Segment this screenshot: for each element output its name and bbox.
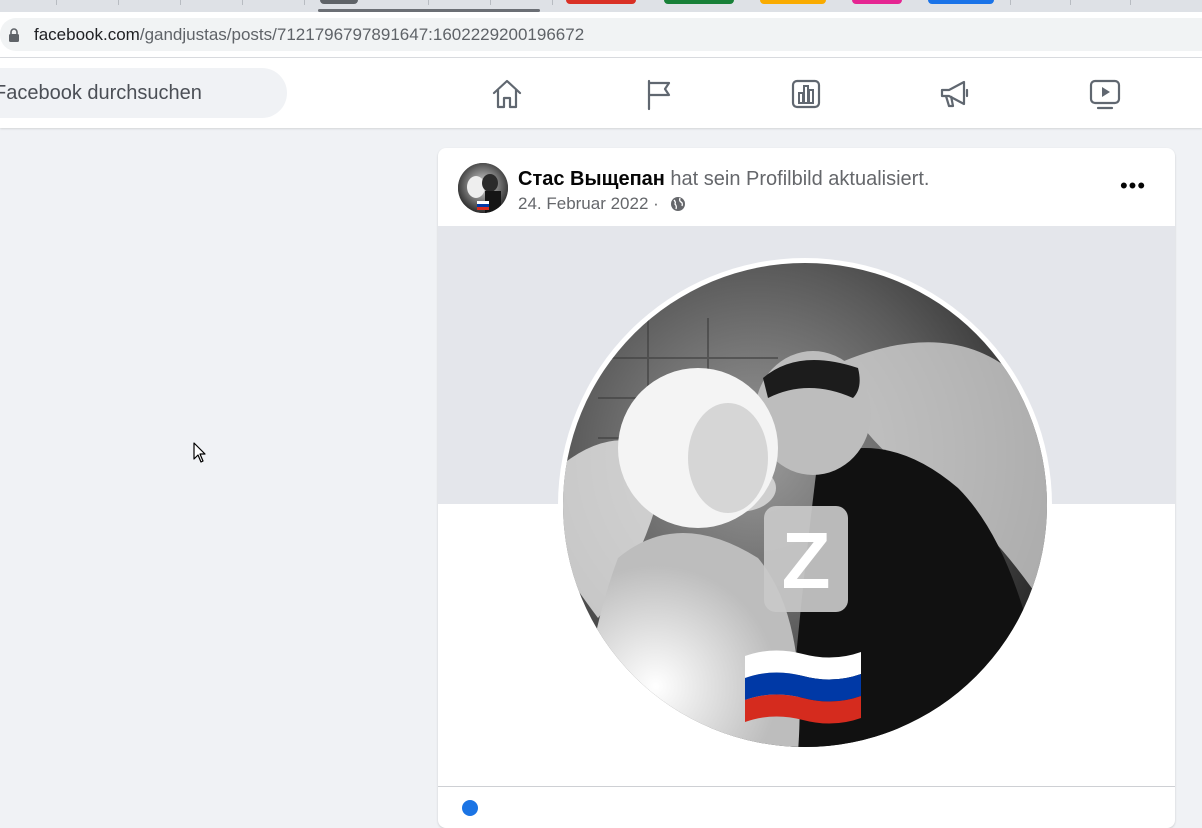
tab-separator	[1130, 0, 1131, 5]
tab-separator	[490, 0, 491, 5]
tab-separator	[118, 0, 119, 5]
tab-separator	[428, 0, 429, 5]
flag-overlay	[745, 650, 861, 724]
post-header-line: Стас Выщепан hat sein Profilbild aktuali…	[518, 167, 929, 191]
tab-separator	[304, 0, 305, 5]
author-avatar[interactable]	[458, 163, 508, 213]
mouse-cursor-icon	[193, 442, 206, 463]
home-icon	[492, 79, 522, 109]
nav-home-button[interactable]	[487, 74, 527, 114]
pages-flag-icon	[647, 79, 671, 111]
tab-separator	[1010, 0, 1011, 5]
analytics-icon	[791, 79, 821, 109]
facebook-header	[0, 58, 1202, 128]
nav-ads-button[interactable]	[935, 74, 975, 114]
z-badge-letter: Z	[782, 516, 831, 605]
tab-separator	[242, 0, 243, 5]
url-field[interactable]: facebook.com/gandjustas/posts/7121796797…	[0, 18, 1202, 51]
browser-tab-pink[interactable]	[852, 0, 902, 4]
url-path: /gandjustas/posts/7121796797891647:16022…	[139, 25, 585, 44]
nav-watch-button[interactable]	[1085, 74, 1125, 114]
post-divider	[438, 786, 1175, 787]
nav-insights-button[interactable]	[786, 74, 826, 114]
lock-icon[interactable]	[8, 28, 20, 42]
nav-pages-button[interactable]	[638, 74, 678, 114]
like-reaction-icon[interactable]	[462, 800, 478, 816]
tab-separator	[180, 0, 181, 5]
profile-picture[interactable]: Z	[558, 258, 1052, 752]
author-name-link[interactable]: Стас Выщепан	[518, 168, 665, 190]
avatar-image	[458, 163, 508, 213]
meta-separator: ·	[648, 194, 664, 213]
search-input[interactable]	[0, 68, 274, 118]
tab-separator	[552, 0, 553, 5]
megaphone-icon	[940, 80, 969, 108]
browser-tab-green[interactable]	[664, 0, 734, 4]
globe-icon[interactable]	[670, 196, 686, 212]
browser-address-bar: facebook.com/gandjustas/posts/7121796797…	[0, 12, 1202, 58]
watch-video-icon	[1089, 79, 1121, 110]
more-dots-icon: •••	[1119, 173, 1147, 198]
post-more-options-button[interactable]: •••	[1115, 168, 1151, 204]
tab-separator	[56, 0, 57, 5]
post-action-text: hat sein Profilbild aktualisiert.	[664, 168, 930, 190]
active-tab-marker[interactable]	[320, 0, 358, 4]
browser-tab-blue[interactable]	[928, 0, 994, 4]
search-box	[0, 68, 287, 118]
browser-tab-strip	[0, 0, 1202, 12]
tab-separator	[1070, 0, 1071, 5]
url-host: facebook.com	[34, 25, 140, 44]
post-date-link[interactable]: 24. Februar 2022	[518, 194, 648, 214]
post-meta: 24. Februar 2022 ·	[518, 194, 686, 214]
url-text[interactable]: facebook.com/gandjustas/posts/7121796797…	[34, 25, 584, 45]
browser-tab-yellow[interactable]	[760, 0, 826, 4]
browser-tab-red[interactable]	[566, 0, 636, 4]
